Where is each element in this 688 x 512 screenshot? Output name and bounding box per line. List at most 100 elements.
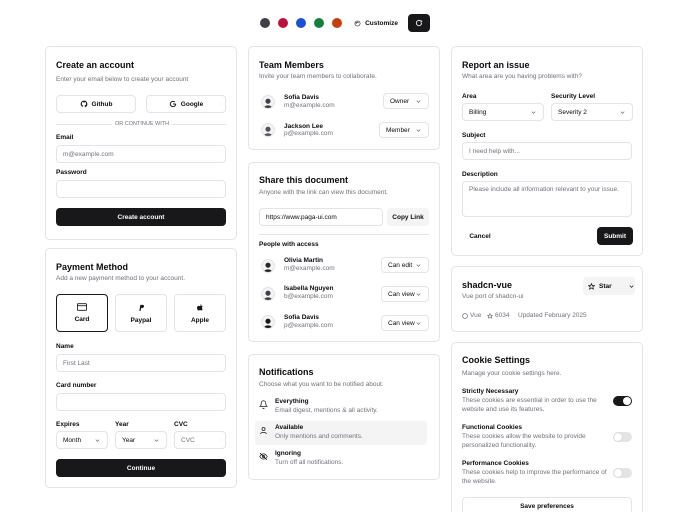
eye-off-icon [259, 452, 268, 461]
cancel-button[interactable]: Cancel [462, 227, 498, 245]
subject-field[interactable]: I need help with... [462, 142, 632, 160]
avatar [261, 259, 275, 273]
notification-option-everything[interactable]: Everything Email digest, mentions & all … [255, 395, 427, 419]
google-button[interactable]: Google [146, 95, 226, 113]
card-title: Create an account [56, 60, 135, 70]
repo-updated: Updated February 2025 [518, 312, 587, 319]
cookie-description: These cookies allow the website to provi… [462, 433, 586, 449]
share-link-field[interactable]: https://www.paga-ui.com [259, 208, 383, 226]
expires-label: Expires [56, 421, 80, 428]
card-title: Payment Method [56, 262, 129, 272]
card-number-field[interactable] [56, 393, 226, 411]
cookie-title: Functional Cookies [462, 424, 522, 431]
divider-text: OR CONTINUE WITH [112, 121, 173, 127]
cookie-title: Performance Cookies [462, 460, 529, 467]
swatch-rose[interactable] [278, 18, 288, 28]
chevron-down-icon [154, 438, 159, 442]
copy-link-button[interactable]: Copy Link [387, 208, 429, 226]
payment-option-card[interactable]: Card [56, 294, 108, 332]
github-button[interactable]: Github [56, 95, 136, 113]
member-name: Sofia Davis [284, 94, 320, 101]
apple-icon [197, 303, 203, 310]
paypal-icon [139, 304, 145, 311]
card-subtitle: Choose what you want to be notified abou… [259, 381, 384, 388]
star-button[interactable]: Star [583, 277, 635, 295]
permission-select[interactable]: Can view [381, 315, 429, 331]
payment-option-paypal[interactable]: Paypal [115, 294, 167, 332]
card-title: Team Members [259, 60, 324, 70]
name-label: Name [56, 343, 74, 350]
repo-stars: 6034 [495, 312, 510, 319]
person-name: Olivia Martin [284, 257, 324, 264]
performance-cookies-toggle[interactable] [613, 468, 632, 478]
repo-description: Vue port of shadcn-ui [462, 293, 524, 300]
customize-label: Customize [365, 19, 398, 27]
customize-button[interactable]: Customize [350, 14, 402, 32]
share-document-card: Share this document Anyone with the link… [248, 162, 440, 342]
person-email: m@example.com [284, 265, 335, 272]
swatch-orange[interactable] [332, 18, 342, 28]
expires-select[interactable]: Month [56, 431, 108, 449]
payment-method-card: Payment Method Add a new payment method … [45, 248, 237, 488]
severity-select[interactable]: Severity 2 [551, 103, 633, 121]
year-select[interactable]: Year [115, 431, 167, 449]
person-name: Isabella Nguyen [284, 285, 334, 292]
functional-cookies-toggle[interactable] [613, 432, 632, 442]
year-label: Year [115, 421, 129, 428]
notification-option-ignoring[interactable]: Ignoring Turn off all notifications. [255, 447, 427, 471]
save-preferences-button[interactable]: Save preferences [462, 497, 632, 512]
submit-button[interactable]: Submit [597, 227, 633, 245]
palette-icon [354, 20, 361, 26]
create-account-button[interactable]: Create account [56, 208, 226, 226]
card-subtitle: Manage your cookie settings here. [462, 370, 562, 377]
google-label: Google [180, 100, 204, 108]
continue-button[interactable]: Continue [56, 459, 226, 477]
description-label: Description [462, 171, 498, 178]
card-title: Cookie Settings [462, 355, 531, 365]
card-subtitle: Anyone with the link can view this docum… [259, 189, 388, 196]
card-subtitle: What area are you having problems with? [462, 73, 582, 80]
chevron-down-icon [531, 110, 536, 114]
person-name: Sofia Davis [284, 314, 320, 321]
cookie-settings-card: Cookie Settings Manage your cookie setti… [451, 342, 643, 512]
avatar [261, 287, 275, 301]
repo-language: Vue [470, 312, 482, 319]
user-icon [260, 427, 267, 435]
language-dot-icon [462, 313, 468, 319]
card-title: Report an issue [462, 60, 530, 70]
swatch-blue[interactable] [296, 18, 306, 28]
chevron-down-icon [629, 284, 634, 288]
chevron-down-icon [416, 321, 421, 325]
github-icon [80, 100, 87, 108]
swatch-zinc[interactable] [260, 18, 270, 28]
notification-option-available[interactable]: Available Only mentions and comments. [255, 421, 427, 445]
permission-select[interactable]: Can view [381, 286, 429, 302]
avatar [261, 315, 275, 329]
cvc-label: CVC [174, 421, 188, 428]
star-outline-icon [487, 313, 493, 319]
subject-label: Subject [462, 132, 486, 139]
description-textarea[interactable]: Please include all information relevant … [462, 181, 632, 217]
payment-option-apple[interactable]: Apple [174, 294, 226, 332]
password-field[interactable] [56, 180, 226, 198]
people-access-label: People with access [259, 241, 319, 248]
role-select[interactable]: Owner [383, 93, 429, 109]
theme-toggle-button[interactable] [408, 14, 430, 32]
name-field[interactable]: First Last [56, 354, 226, 372]
cookie-description: These cookies help to improve the perfor… [462, 469, 607, 485]
password-label: Password [56, 169, 87, 176]
person-email: b@example.com [284, 293, 333, 300]
swatch-green[interactable] [314, 18, 324, 28]
area-label: Area [462, 93, 477, 100]
permission-select[interactable]: Can edit [381, 257, 429, 273]
email-field[interactable]: m@example.com [56, 145, 226, 163]
area-select[interactable]: Billing [462, 103, 544, 121]
chevron-down-icon [416, 263, 421, 267]
card-subtitle: Enter your email below to create your ac… [56, 76, 189, 83]
repo-title: shadcn-vue [462, 280, 513, 290]
strictly-necessary-toggle[interactable] [613, 396, 632, 406]
cvc-field[interactable]: CVC [174, 431, 226, 449]
role-select[interactable]: Member [379, 122, 429, 138]
card-subtitle: Add a new payment method to your account… [56, 275, 185, 282]
bell-icon [259, 400, 268, 409]
